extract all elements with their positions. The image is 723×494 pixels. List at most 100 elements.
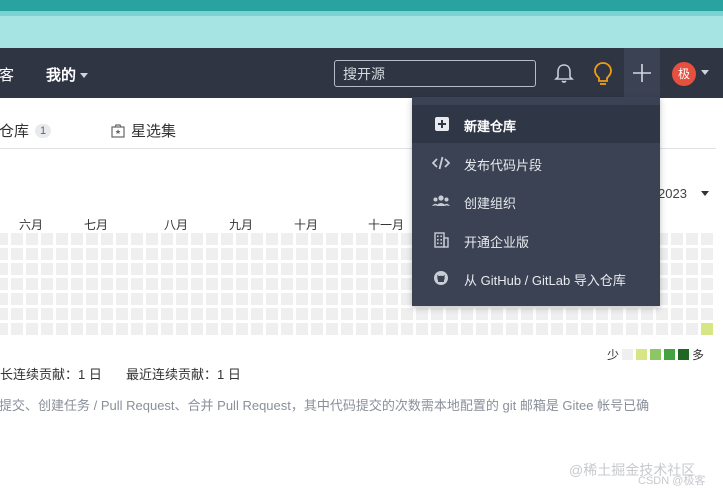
contribution-cell[interactable] [26, 308, 38, 320]
nav-link-blog[interactable]: 客 [0, 64, 14, 85]
contribution-cell[interactable] [221, 248, 233, 260]
contribution-cell[interactable] [206, 248, 218, 260]
contribution-cell[interactable] [341, 278, 353, 290]
contribution-cell[interactable] [341, 308, 353, 320]
contribution-cell[interactable] [11, 233, 23, 245]
contribution-cell[interactable] [356, 323, 368, 335]
contribution-cell[interactable] [0, 278, 8, 290]
contribution-cell[interactable] [266, 248, 278, 260]
avatar-chevron-down-icon[interactable] [701, 70, 709, 75]
contribution-cell[interactable] [371, 248, 383, 260]
contribution-cell[interactable] [101, 248, 113, 260]
contribution-cell[interactable] [71, 308, 83, 320]
contribution-cell[interactable] [26, 323, 38, 335]
contribution-cell[interactable] [671, 308, 683, 320]
contribution-cell[interactable] [11, 248, 23, 260]
contribution-cell[interactable] [86, 293, 98, 305]
contribution-cell[interactable] [101, 233, 113, 245]
contribution-cell[interactable] [251, 263, 263, 275]
contribution-cell[interactable] [341, 323, 353, 335]
contribution-cell[interactable] [596, 308, 608, 320]
contribution-cell[interactable] [641, 308, 653, 320]
contribution-cell[interactable] [356, 308, 368, 320]
contribution-cell[interactable] [326, 278, 338, 290]
contribution-cell[interactable] [521, 308, 533, 320]
contribution-cell[interactable] [251, 293, 263, 305]
contribution-cell[interactable] [686, 293, 698, 305]
contribution-cell[interactable] [266, 323, 278, 335]
contribution-cell[interactable] [671, 263, 683, 275]
contribution-cell[interactable] [71, 263, 83, 275]
contribution-cell[interactable] [671, 233, 683, 245]
contribution-cell[interactable] [311, 323, 323, 335]
menu-item-create-org[interactable]: 创建组织 [412, 182, 660, 220]
contribution-cell[interactable] [131, 293, 143, 305]
menu-item-new-repo[interactable]: 新建仓库 [412, 105, 660, 143]
contribution-cell[interactable] [266, 263, 278, 275]
contribution-cell[interactable] [236, 308, 248, 320]
contribution-cell[interactable] [671, 323, 683, 335]
contribution-cell[interactable] [206, 233, 218, 245]
contribution-cell[interactable] [206, 263, 218, 275]
contribution-cell[interactable] [41, 248, 53, 260]
contribution-cell[interactable] [521, 323, 533, 335]
menu-item-publish-snippet[interactable]: 发布代码片段 [412, 144, 660, 182]
contribution-cell[interactable] [86, 233, 98, 245]
contribution-cell[interactable] [146, 233, 158, 245]
contribution-cell[interactable] [566, 323, 578, 335]
contribution-cell[interactable] [191, 323, 203, 335]
contribution-cell[interactable] [506, 308, 518, 320]
contribution-cell[interactable] [236, 233, 248, 245]
contribution-cell[interactable] [221, 308, 233, 320]
contribution-cell[interactable] [251, 323, 263, 335]
contribution-cell[interactable] [71, 248, 83, 260]
contribution-cell[interactable] [686, 323, 698, 335]
contribution-cell[interactable] [161, 233, 173, 245]
contribution-cell[interactable] [311, 263, 323, 275]
contribution-cell[interactable] [101, 278, 113, 290]
contribution-cell[interactable] [221, 278, 233, 290]
contribution-cell[interactable] [0, 248, 8, 260]
contribution-cell[interactable] [386, 248, 398, 260]
contribution-cell[interactable] [386, 263, 398, 275]
contribution-cell[interactable] [0, 233, 8, 245]
contribution-cell[interactable] [56, 308, 68, 320]
contribution-cell[interactable] [191, 263, 203, 275]
contribution-cell[interactable] [56, 293, 68, 305]
contribution-cell[interactable] [446, 308, 458, 320]
contribution-cell[interactable] [0, 293, 8, 305]
contribution-cell[interactable] [356, 233, 368, 245]
contribution-cell[interactable] [701, 308, 713, 320]
contribution-cell[interactable] [236, 263, 248, 275]
contribution-cell[interactable] [56, 323, 68, 335]
contribution-cell[interactable] [701, 233, 713, 245]
contribution-cell[interactable] [191, 248, 203, 260]
contribution-cell[interactable] [296, 323, 308, 335]
contribution-cell[interactable] [86, 308, 98, 320]
contribution-cell[interactable] [116, 233, 128, 245]
contribution-cell[interactable] [551, 323, 563, 335]
contribution-cell[interactable] [56, 278, 68, 290]
contribution-cell[interactable] [11, 293, 23, 305]
contribution-cell[interactable] [86, 263, 98, 275]
contribution-cell[interactable] [686, 233, 698, 245]
contribution-cell[interactable] [446, 323, 458, 335]
contribution-cell[interactable] [296, 248, 308, 260]
contribution-cell[interactable] [311, 233, 323, 245]
contribution-cell[interactable] [611, 308, 623, 320]
menu-item-enterprise[interactable]: 开通企业版 [412, 221, 660, 259]
contribution-cell[interactable] [161, 308, 173, 320]
contribution-cell[interactable] [386, 308, 398, 320]
contribution-cell[interactable] [56, 263, 68, 275]
contribution-cell[interactable] [311, 248, 323, 260]
contribution-cell[interactable] [296, 263, 308, 275]
contribution-cell[interactable] [296, 308, 308, 320]
contribution-cell[interactable] [281, 293, 293, 305]
contribution-cell[interactable] [206, 308, 218, 320]
contribution-cell[interactable] [26, 293, 38, 305]
contribution-cell[interactable] [656, 308, 668, 320]
contribution-cell[interactable] [176, 278, 188, 290]
contribution-cell[interactable] [146, 263, 158, 275]
year-selector[interactable]: 2023 [658, 186, 709, 201]
contribution-cell[interactable] [266, 278, 278, 290]
